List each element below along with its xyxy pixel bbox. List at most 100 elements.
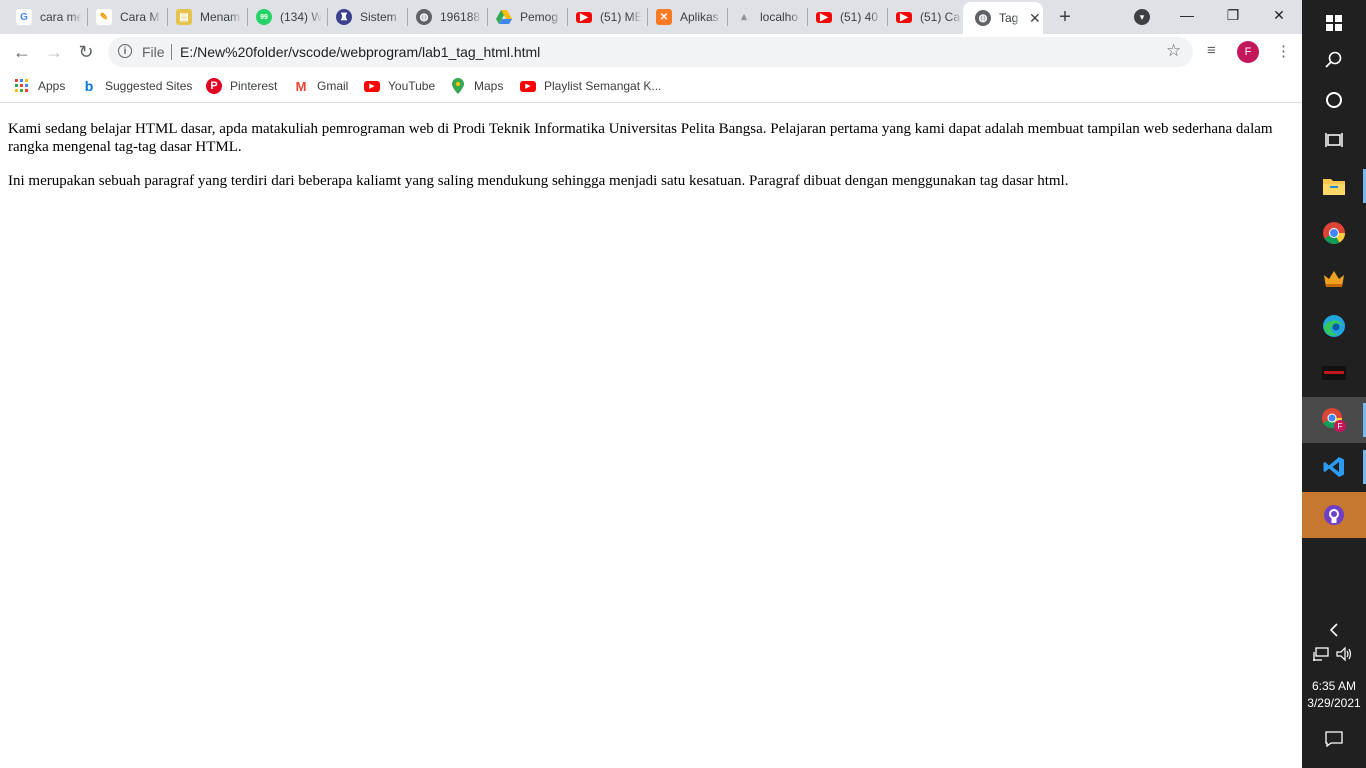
edge-button[interactable] xyxy=(1302,303,1366,349)
tab-active[interactable]: ◍ Tag ✕ xyxy=(963,2,1043,34)
university-icon: ♜ xyxy=(336,9,352,25)
tab-title: Cara M xyxy=(120,10,160,24)
bookmark-label: YouTube xyxy=(388,79,436,93)
bookmark-pinterest[interactable]: P Pinterest xyxy=(206,76,277,96)
bookmark-apps[interactable]: Apps xyxy=(14,76,65,96)
network-icon[interactable] xyxy=(1310,645,1332,663)
restore-button[interactable]: ❐ xyxy=(1210,0,1256,30)
youtube-icon: ▶ xyxy=(896,11,912,23)
bookmark-star-icon[interactable]: ☆ xyxy=(1166,41,1181,61)
vscode-button[interactable] xyxy=(1302,444,1366,490)
tab-title: 196188 xyxy=(440,10,481,24)
url-text[interactable]: E:/New%20folder/vscode/webprogram/lab1_t… xyxy=(180,44,540,60)
edge-icon xyxy=(1323,315,1345,337)
github-desktop-icon xyxy=(1324,505,1344,525)
info-icon[interactable]: i xyxy=(118,44,132,58)
media-control-icon[interactable]: ≡ xyxy=(1207,42,1216,59)
bookmark-label: Playlist Semangat K... xyxy=(544,79,662,93)
tab-6[interactable]: Pemog xyxy=(484,0,568,34)
bookmark-suggested-sites[interactable]: b Suggested Sites xyxy=(81,76,193,96)
volume-icon[interactable] xyxy=(1334,645,1356,663)
action-center-button[interactable] xyxy=(1302,716,1366,762)
menu-icon[interactable]: ⋮ xyxy=(1276,42,1291,60)
tab-title: Pemog xyxy=(520,10,559,24)
tab-4[interactable]: ♜ Sistem xyxy=(324,0,408,34)
bookmarks-bar: Apps b Suggested Sites P Pinterest M Gma… xyxy=(0,70,1302,103)
youtube-icon: ▶ xyxy=(576,11,592,23)
address-bar[interactable]: i File E:/New%20folder/vscode/webprogram… xyxy=(108,37,1193,67)
tab-1[interactable]: ✎ Cara M xyxy=(84,0,168,34)
back-button[interactable]: ← xyxy=(8,38,36,66)
tab-title: Tag xyxy=(999,11,1019,25)
youtube-icon: ▶ xyxy=(364,78,380,94)
paragraph: Ini merupakan sebuah paragraf yang terdi… xyxy=(8,173,1069,189)
forward-button[interactable]: → xyxy=(40,38,68,66)
tab-title: Menam xyxy=(200,10,241,24)
globe-icon: ◍ xyxy=(975,10,991,26)
tab-10[interactable]: ▶ (51) 40 xyxy=(804,0,888,34)
url-scheme: File xyxy=(142,44,165,60)
github-desktop-button[interactable] xyxy=(1302,492,1366,538)
game-app-icon xyxy=(1324,271,1344,287)
clock-time: 6:35 AM xyxy=(1311,679,1357,693)
tab-3[interactable]: 99 (134) W xyxy=(244,0,328,34)
close-tab-icon[interactable]: ✕ xyxy=(1029,10,1041,27)
media-app-icon xyxy=(1322,366,1346,380)
tab-7[interactable]: ▶ (51) ME xyxy=(564,0,648,34)
divider xyxy=(171,44,172,60)
tab-search-icon[interactable]: ▾ xyxy=(1134,9,1150,25)
tab-title: (51) ME xyxy=(600,10,642,24)
paragraph: Kami sedang belajar HTML dasar, apda mat… xyxy=(8,121,1273,155)
chrome-button[interactable] xyxy=(1302,210,1366,256)
close-window-button[interactable]: ✕ xyxy=(1256,0,1302,30)
search-icon xyxy=(1325,51,1342,68)
globe-icon: ◍ xyxy=(416,9,432,25)
tab-title: (51) 40 xyxy=(840,10,879,24)
bookmark-maps[interactable]: Maps xyxy=(450,76,503,96)
file-explorer-button[interactable] xyxy=(1302,163,1366,209)
bookmark-label: Gmail xyxy=(317,79,349,93)
blog-icon: ✎ xyxy=(96,9,112,25)
clock[interactable]: 6:35 AM 3/29/2021 xyxy=(1302,678,1366,712)
bookmark-label: Pinterest xyxy=(230,79,278,93)
reload-button[interactable]: ↻ xyxy=(72,38,100,66)
youtube-icon: ▶ xyxy=(816,11,832,23)
chrome-icon xyxy=(1323,222,1345,244)
apps-grid-icon xyxy=(14,78,30,94)
cortana-icon xyxy=(1326,92,1342,108)
tab-0[interactable]: G cara me xyxy=(4,0,88,34)
new-tab-button[interactable]: + xyxy=(1052,4,1078,30)
tab-title: cara me xyxy=(40,10,82,24)
google-icon: G xyxy=(16,9,32,25)
chevron-left-icon xyxy=(1329,623,1338,637)
chrome-profile-button[interactable]: F xyxy=(1302,397,1366,443)
vscode-icon xyxy=(1323,457,1344,477)
maps-icon xyxy=(450,78,466,94)
media-app-button[interactable] xyxy=(1302,350,1366,396)
tab-title: Sistem xyxy=(360,10,397,24)
bookmark-label: Maps xyxy=(474,79,504,93)
tab-2[interactable]: ▤ Menam xyxy=(164,0,248,34)
xampp-icon: ✕ xyxy=(656,9,672,25)
tab-8[interactable]: ✕ Aplikas xyxy=(644,0,728,34)
tab-11[interactable]: ▶ (51) Ca xyxy=(884,0,964,34)
bookmark-gmail[interactable]: M Gmail xyxy=(293,76,349,96)
minimize-button[interactable]: — xyxy=(1164,0,1210,30)
browser-window: G cara me ✎ Cara M ▤ Menam 99 (134) W ♜ … xyxy=(0,0,1302,768)
tab-title: (134) W xyxy=(280,10,322,24)
game-app-button[interactable] xyxy=(1302,256,1366,302)
bookmark-youtube[interactable]: ▶ YouTube xyxy=(364,76,435,96)
task-view-button[interactable] xyxy=(1302,117,1366,163)
notification-icon xyxy=(1325,731,1343,747)
bookmark-playlist[interactable]: ▶ Playlist Semangat K... xyxy=(520,76,661,96)
tab-title: (51) Ca xyxy=(920,10,961,24)
avatar[interactable]: F xyxy=(1237,41,1259,63)
tab-9[interactable]: ⩓ localho xyxy=(724,0,808,34)
bing-icon: b xyxy=(84,78,94,94)
clock-date: 3/29/2021 xyxy=(1307,696,1361,710)
gmail-icon: M xyxy=(295,78,307,94)
tab-5[interactable]: ◍ 196188 xyxy=(404,0,488,34)
localhost-icon: ⩓ xyxy=(741,11,747,23)
drive-icon xyxy=(496,9,512,25)
file-explorer-icon xyxy=(1323,179,1345,195)
